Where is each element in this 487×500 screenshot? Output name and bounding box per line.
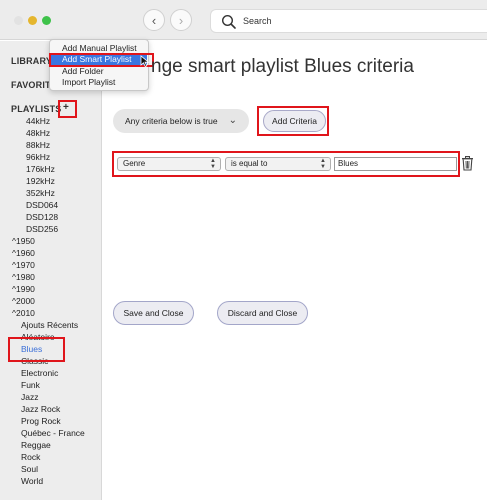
sidebar-playlist-item[interactable]: 192kHz [26, 176, 55, 186]
sidebar-playlist-item[interactable]: 88kHz [26, 140, 50, 150]
sidebar-playlist-item[interactable]: Soul [21, 464, 38, 474]
sidebar-playlist-item[interactable]: ^1950 [12, 236, 35, 246]
search-icon [221, 14, 236, 29]
annotation-box-smart-playlist [49, 53, 154, 67]
criteria-operator-value: is equal to [231, 159, 268, 168]
sidebar-playlist-item[interactable]: 352kHz [26, 188, 55, 198]
trash-icon[interactable] [461, 156, 474, 171]
sidebar-playlist-item[interactable]: 48kHz [26, 128, 50, 138]
up-down-arrows-icon: ▲ ▼ [210, 158, 216, 170]
sidebar-playlist-item[interactable]: DSD256 [26, 224, 58, 234]
sidebar-playlist-item[interactable]: Reggae [21, 440, 51, 450]
forward-button[interactable]: › [170, 9, 192, 31]
sidebar-playlist-item[interactable]: Rock [21, 452, 40, 462]
annotation-box-add-criteria [257, 106, 329, 136]
mouse-pointer-icon [140, 55, 150, 67]
search-input[interactable]: Search [210, 9, 487, 33]
minimize-window-button[interactable] [28, 16, 37, 25]
annotation-box-blues [8, 337, 65, 362]
sidebar-playlist-item[interactable]: DSD128 [26, 212, 58, 222]
sidebar-playlist-item[interactable]: 176kHz [26, 164, 55, 174]
sidebar-playlist-item[interactable]: ^1980 [12, 272, 35, 282]
back-button[interactable]: ‹ [143, 9, 165, 31]
sidebar-playlist-item[interactable]: Québec - France [21, 428, 85, 438]
sidebar-playlist-item[interactable]: ^1970 [12, 260, 35, 270]
save-and-close-button[interactable]: Save and Close [113, 301, 194, 325]
menu-item-import-playlist[interactable]: Import Playlist [51, 77, 147, 88]
annotation-box-plus [58, 100, 77, 118]
sidebar-playlist-item[interactable]: ^2000 [12, 296, 35, 306]
discard-and-close-button[interactable]: Discard and Close [217, 301, 308, 325]
criteria-operator-select[interactable]: is equal to ▲ ▼ [225, 157, 331, 171]
close-window-button[interactable] [14, 16, 23, 25]
menu-item-add-folder[interactable]: Add Folder [51, 66, 147, 77]
sidebar-playlist-item[interactable]: World [21, 476, 43, 486]
chevron-down-icon: ⌄ [228, 115, 237, 126]
chevron-left-icon: ‹ [151, 12, 157, 28]
criteria-field-value: Genre [123, 159, 146, 168]
zoom-window-button[interactable] [42, 16, 51, 25]
playlists-header[interactable]: PLAYLISTS [11, 104, 61, 114]
sidebar-playlist-item[interactable]: Jazz Rock [21, 404, 60, 414]
criteria-field-select[interactable]: Genre ▲ ▼ [117, 157, 221, 171]
sidebar-playlist-item[interactable]: ^1960 [12, 248, 35, 258]
chevron-right-icon: › [178, 12, 184, 28]
sidebar: LIBRARY FAVORITE PLAYLISTS + 44kHz 48kHz 8… [0, 41, 102, 500]
criteria-value-input[interactable]: Blues [334, 157, 457, 171]
sidebar-playlist-item[interactable]: Ajouts Récents [21, 320, 78, 330]
titlebar: ‹ › Search [0, 0, 487, 40]
sidebar-playlist-item[interactable]: 44kHz [26, 116, 50, 126]
sidebar-playlist-item[interactable]: Prog Rock [21, 416, 61, 426]
page-title: nge smart playlist Blues criteria [151, 56, 414, 77]
sidebar-playlist-item[interactable]: 96kHz [26, 152, 50, 162]
match-mode-label: Any criteria below is true [125, 116, 218, 126]
sidebar-playlist-item[interactable]: Jazz [21, 392, 38, 402]
sidebar-playlist-item[interactable]: DSD064 [26, 200, 58, 210]
library-header[interactable]: LIBRARY [11, 56, 52, 66]
sidebar-playlist-item[interactable]: ^2010 [12, 308, 35, 318]
match-mode-select[interactable]: Any criteria below is true ⌄ [113, 109, 249, 133]
up-down-arrows-icon: ▲ ▼ [320, 158, 326, 170]
search-placeholder: Search [243, 16, 272, 26]
sidebar-playlist-item[interactable]: ^1990 [12, 284, 35, 294]
sidebar-playlist-item[interactable]: Funk [21, 380, 40, 390]
sidebar-playlist-item[interactable]: Electronic [21, 368, 58, 378]
